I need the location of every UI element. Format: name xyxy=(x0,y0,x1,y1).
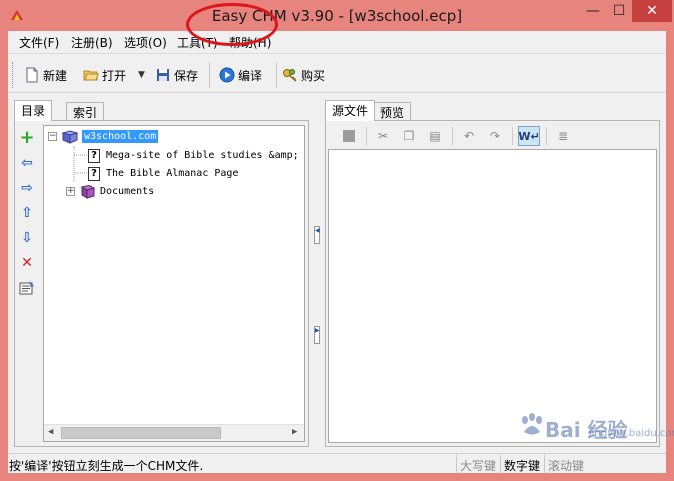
open-folder-icon xyxy=(83,70,99,81)
scroll-left-icon[interactable]: ◀ xyxy=(48,427,53,437)
menu-help[interactable]: 帮助(H) xyxy=(229,34,271,51)
compile-label: 编译 xyxy=(238,68,263,83)
menu-bar: 文件(F) 注册(B) 选项(O) 工具(T) 帮助(H) xyxy=(8,31,666,53)
editor-pane: 源文件 预览 ✂ ❐ ▤ ↶ ↷ W↵ ≣ xyxy=(325,100,660,447)
buy-label: 购买 xyxy=(301,68,326,83)
scroll-right-icon[interactable]: ▶ xyxy=(292,427,297,437)
add-node-icon[interactable]: + xyxy=(17,125,37,150)
pane-splitter[interactable]: ◀ ▶ xyxy=(313,121,321,446)
main-toolbar: 新建 打开 ▼ 保存 编译 购买 xyxy=(8,53,666,93)
compile-button[interactable]: 编译 xyxy=(219,63,262,87)
editor-toolbar-separator xyxy=(512,127,513,145)
editor-panel: ✂ ❐ ▤ ↶ ↷ W↵ ≣ xyxy=(325,120,660,447)
window-title: Easy CHM v3.90 - [w3school.ecp] xyxy=(211,7,463,25)
editor-toolbar-separator xyxy=(546,127,547,145)
menu-register[interactable]: 注册(B) xyxy=(71,34,113,51)
new-label: 新建 xyxy=(43,68,68,83)
tab-index[interactable]: 索引 xyxy=(66,102,105,121)
close-button[interactable]: ✕ xyxy=(632,0,672,22)
delete-node-icon[interactable]: ✕ xyxy=(17,250,37,275)
paste-icon[interactable]: ▤ xyxy=(424,126,446,146)
open-dropdown-arrow-icon[interactable]: ▼ xyxy=(138,63,145,87)
toolbar-grip[interactable] xyxy=(12,62,15,88)
toc-panel: + ⇦ ⇨ ⇧ ⇩ ✕ − w3school.com ? Mega-site o… xyxy=(14,120,309,447)
tab-preview[interactable]: 预览 xyxy=(373,102,412,121)
menu-file[interactable]: 文件(F) xyxy=(19,34,59,51)
tree-connector-lines xyxy=(73,146,88,182)
toc-tree[interactable]: − w3school.com ? Mega-site of Bible stud… xyxy=(43,125,305,442)
toc-side-toolbar: + ⇦ ⇨ ⇧ ⇩ ✕ xyxy=(17,125,39,300)
tab-source[interactable]: 源文件 xyxy=(325,100,376,121)
menu-options[interactable]: 选项(O) xyxy=(124,34,167,51)
open-label: 打开 xyxy=(102,68,127,83)
arrow-down-icon[interactable]: ⇩ xyxy=(17,225,37,250)
client-area: 文件(F) 注册(B) 选项(O) 工具(T) 帮助(H) 新建 打开 ▼ 保存… xyxy=(8,31,666,473)
save-button[interactable]: 保存 xyxy=(155,63,198,87)
copy-icon[interactable]: ❐ xyxy=(398,126,420,146)
toolbar-separator xyxy=(276,62,277,88)
minimize-button[interactable]: — xyxy=(580,0,606,22)
arrow-left-icon[interactable]: ⇦ xyxy=(17,150,37,175)
save-disk-icon xyxy=(157,69,169,81)
buy-button[interactable]: 购买 xyxy=(282,63,325,87)
num-lock-indicator: 数字键 xyxy=(500,455,543,473)
toolbar-separator xyxy=(209,62,210,88)
stop-icon[interactable] xyxy=(338,126,360,146)
tree-horizontal-scrollbar[interactable]: ◀ ▶ xyxy=(44,424,304,441)
cut-icon[interactable]: ✂ xyxy=(372,126,394,146)
scroll-thumb[interactable] xyxy=(61,427,221,439)
editor-tabs: 源文件 预览 xyxy=(325,100,620,121)
word-wrap-icon[interactable]: W↵ xyxy=(518,126,540,146)
properties-icon[interactable] xyxy=(17,275,37,300)
editor-toolbar: ✂ ❐ ▤ ↶ ↷ W↵ ≣ xyxy=(328,123,657,149)
new-button[interactable]: 新建 xyxy=(24,63,67,87)
splitter-collapse-right-icon[interactable]: ▶ xyxy=(314,326,320,344)
maximize-button[interactable]: ☐ xyxy=(606,0,632,22)
redo-icon[interactable]: ↷ xyxy=(484,126,506,146)
new-file-icon xyxy=(26,67,38,83)
format-icon[interactable]: ≣ xyxy=(552,126,574,146)
splitter-collapse-left-icon[interactable]: ◀ xyxy=(314,226,320,244)
toc-pane: 目录 索引 + ⇦ ⇨ ⇧ ⇩ ✕ − w3school.com ? Mega-… xyxy=(14,100,309,447)
buy-keys-icon xyxy=(283,69,297,82)
arrow-right-icon[interactable]: ⇨ xyxy=(17,175,37,200)
status-bar: 按'编译'按钮立刻生成一个CHM文件. 大写键 数字键 滚动键 xyxy=(8,453,666,473)
menu-tools[interactable]: 工具(T) xyxy=(177,34,218,51)
play-compile-icon xyxy=(219,67,235,83)
undo-icon[interactable]: ↶ xyxy=(458,126,480,146)
open-button[interactable]: 打开 xyxy=(83,63,126,87)
status-message: 按'编译'按钮立刻生成一个CHM文件. xyxy=(9,459,204,473)
title-bar[interactable]: Easy CHM v3.90 - [w3school.ecp] — ☐ ✕ xyxy=(0,0,674,31)
editor-toolbar-separator xyxy=(366,127,367,145)
save-label: 保存 xyxy=(174,68,199,83)
caps-lock-indicator: 大写键 xyxy=(456,455,499,473)
scroll-lock-indicator: 滚动键 xyxy=(544,455,587,473)
toc-tabs: 目录 索引 xyxy=(14,100,309,121)
source-editor[interactable] xyxy=(328,149,657,443)
app-window: Easy CHM v3.90 - [w3school.ecp] — ☐ ✕ 文件… xyxy=(0,0,674,481)
arrow-up-icon[interactable]: ⇧ xyxy=(17,200,37,225)
tab-contents[interactable]: 目录 xyxy=(14,100,53,121)
editor-toolbar-separator xyxy=(452,127,453,145)
